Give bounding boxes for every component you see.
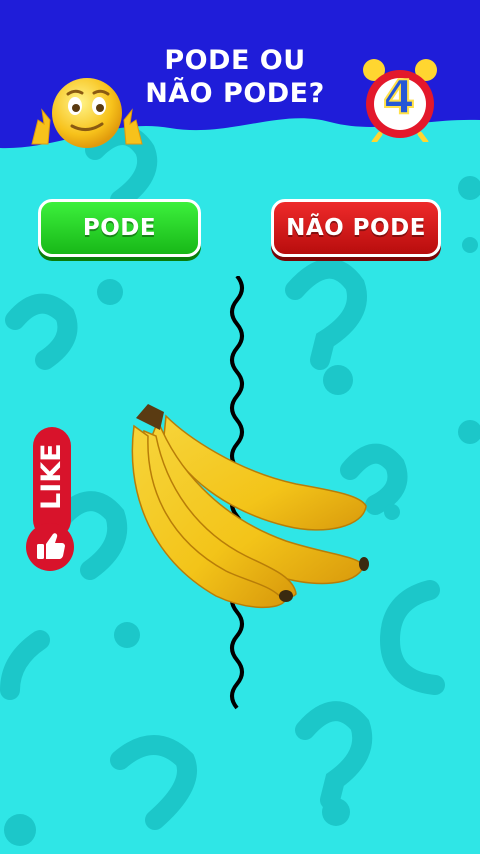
page-title: PODE OU NÃO PODE? (130, 44, 340, 110)
title-line-1: PODE OU (164, 45, 306, 76)
thinking-smiley-emoji-icon (31, 78, 143, 148)
like-label: LIKE (36, 443, 67, 510)
banana-bunch-icon[interactable] (126, 396, 374, 614)
pode-button[interactable]: PODE (38, 199, 201, 257)
thumbs-up-icon (37, 533, 65, 559)
like-button[interactable] (26, 523, 74, 571)
title-line-2: NÃO PODE? (145, 78, 325, 109)
countdown-number: 4 (382, 69, 416, 125)
nao-pode-button[interactable]: NÃO PODE (271, 199, 441, 257)
